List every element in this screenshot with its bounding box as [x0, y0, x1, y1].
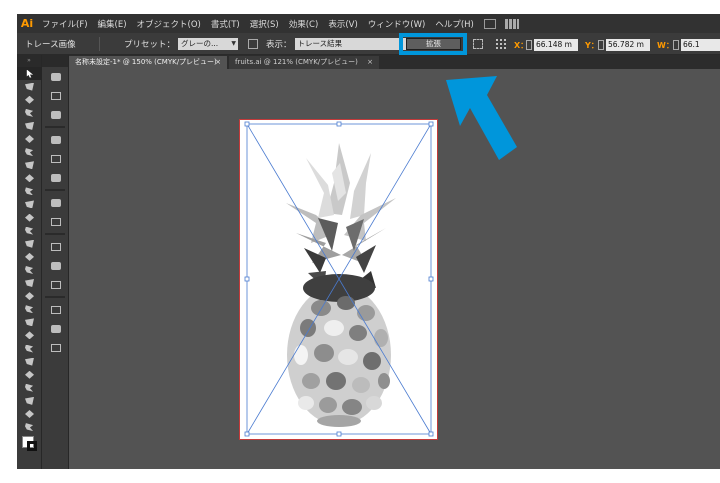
paintbrush-tool-icon[interactable]: [17, 172, 42, 185]
view-value: トレース結果: [297, 38, 343, 48]
traced-pineapple-image[interactable]: [244, 121, 434, 437]
w-label: W：: [657, 41, 674, 50]
menu-window[interactable]: ウィンドウ(W): [363, 18, 431, 30]
pineapple-leaves: [286, 143, 396, 288]
selection-tool-icon[interactable]: [17, 67, 42, 81]
eyedropper-tool-icon[interactable]: [17, 329, 42, 342]
swatches-panel-icon[interactable]: [42, 105, 69, 124]
preset-dropdown[interactable]: グレーの... ▼: [178, 37, 239, 50]
menu-type[interactable]: 書式(T): [206, 18, 245, 30]
gradient-panel-icon[interactable]: [42, 212, 69, 231]
app-logo: Ai: [20, 17, 34, 30]
tab-document-1[interactable]: 名称未設定-1* @ 150% (CMYK/プレビュー) ×: [69, 56, 227, 69]
tab-label: 名称未設定-1* @ 150% (CMYK/プレビュー): [75, 58, 217, 66]
lasso-tool-icon[interactable]: [17, 106, 42, 119]
graph-tool-icon[interactable]: [17, 368, 42, 381]
symbol-sprayer-tool-icon[interactable]: [17, 355, 42, 368]
menu-object[interactable]: オブジェクト(O): [132, 18, 206, 30]
stroke-panel-icon[interactable]: [42, 193, 69, 212]
divider: [45, 189, 65, 191]
canvas-area[interactable]: [69, 69, 720, 469]
fill-stroke-swatches[interactable]: [17, 434, 41, 454]
pineapple-body: [287, 274, 391, 427]
brushes-panel-icon[interactable]: [42, 319, 69, 338]
x-stepper[interactable]: [526, 40, 532, 50]
menu-edit[interactable]: 編集(E): [93, 18, 132, 30]
divider: [99, 36, 100, 51]
view-label: 表示：: [266, 39, 292, 50]
hand-tool-icon[interactable]: [17, 407, 42, 420]
color-panel-icon[interactable]: [42, 67, 69, 86]
preset-value: グレーの...: [181, 38, 219, 48]
rectangle-tool-icon[interactable]: [17, 159, 42, 172]
reference-point-icon[interactable]: [495, 38, 507, 50]
paragraph-panel-icon[interactable]: [42, 130, 69, 149]
zoom-tool-icon[interactable]: [17, 421, 42, 434]
preset-label: プリセット：: [124, 39, 176, 50]
chevron-down-icon: ▼: [231, 39, 237, 47]
shape-builder-tool-icon[interactable]: [17, 277, 42, 290]
close-icon[interactable]: ×: [215, 56, 221, 69]
y-label: Y：: [585, 41, 599, 50]
arrange-documents-icon[interactable]: [504, 18, 519, 29]
close-icon[interactable]: ×: [367, 56, 373, 69]
gradient-tool-icon[interactable]: [17, 316, 42, 329]
appearance-panel-icon[interactable]: [42, 237, 69, 256]
tools-panel: »: [17, 55, 42, 469]
graphic-styles-panel-icon[interactable]: [42, 256, 69, 275]
scale-tool-icon[interactable]: [17, 237, 42, 250]
symbols-panel-icon[interactable]: [42, 300, 69, 319]
artboard-tool-icon[interactable]: [17, 381, 42, 394]
blob-brush-tool-icon[interactable]: [17, 198, 42, 211]
tab-fruits[interactable]: fruits.ai @ 121% (CMYK/プレビュー) ×: [229, 56, 379, 69]
document-tabs: 名称未設定-1* @ 150% (CMYK/プレビュー) × fruits.ai…: [17, 55, 720, 69]
free-transform-tool-icon[interactable]: [17, 263, 42, 276]
trace-image-label: トレース画像: [25, 39, 76, 50]
panel-collapse-icon[interactable]: »: [17, 55, 41, 67]
perspective-grid-tool-icon[interactable]: [17, 290, 42, 303]
bridge-icon[interactable]: [483, 18, 496, 29]
transparency-panel-icon[interactable]: [42, 275, 69, 294]
menu-view[interactable]: 表示(V): [323, 18, 362, 30]
color-guide-panel-icon[interactable]: [42, 86, 69, 105]
layers-panel-icon[interactable]: [42, 338, 69, 357]
warp-tool-icon[interactable]: [17, 250, 42, 263]
line-tool-icon[interactable]: [17, 146, 42, 159]
x-field[interactable]: 66.148 m: [534, 39, 578, 51]
expand-button[interactable]: 拡張: [406, 38, 461, 50]
dock-header: [42, 55, 68, 67]
divider: [45, 126, 65, 128]
divider: [45, 296, 65, 298]
menu-file[interactable]: ファイル(F): [37, 18, 93, 30]
blend-tool-icon[interactable]: [17, 342, 42, 355]
mesh-tool-icon[interactable]: [17, 303, 42, 316]
menu-select[interactable]: 選択(S): [245, 18, 284, 30]
y-field[interactable]: 56.782 m: [606, 39, 650, 51]
type-tool-icon[interactable]: [17, 132, 42, 145]
illustrator-window: Ai ファイル(F) 編集(E) オブジェクト(O) 書式(T) 選択(S) 効…: [17, 14, 720, 469]
pen-tool-icon[interactable]: [17, 119, 42, 132]
w-field[interactable]: 66.1: [681, 39, 720, 51]
menu-effect[interactable]: 効果(C): [284, 18, 324, 30]
pencil-tool-icon[interactable]: [17, 185, 42, 198]
menu-help[interactable]: ヘルプ(H): [430, 18, 479, 30]
w-stepper[interactable]: [673, 40, 679, 50]
menu-bar: Ai ファイル(F) 編集(E) オブジェクト(O) 書式(T) 選択(S) 効…: [17, 14, 720, 33]
image-trace-panel-icon[interactable]: [248, 38, 259, 49]
direct-selection-tool-icon[interactable]: [17, 80, 42, 93]
stroke-swatch[interactable]: [27, 440, 37, 451]
slice-tool-icon[interactable]: [17, 394, 42, 407]
artboard[interactable]: [239, 119, 438, 440]
tab-label: fruits.ai @ 121% (CMYK/プレビュー): [235, 58, 358, 66]
rotate-tool-icon[interactable]: [17, 224, 42, 237]
eraser-tool-icon[interactable]: [17, 211, 42, 224]
opentype-panel-icon[interactable]: [42, 168, 69, 187]
character-panel-icon[interactable]: [42, 149, 69, 168]
panel-dock: [42, 55, 69, 469]
divider: [45, 233, 65, 235]
align-icon[interactable]: [473, 39, 483, 49]
magic-wand-tool-icon[interactable]: [17, 93, 42, 106]
y-stepper[interactable]: [598, 40, 604, 50]
